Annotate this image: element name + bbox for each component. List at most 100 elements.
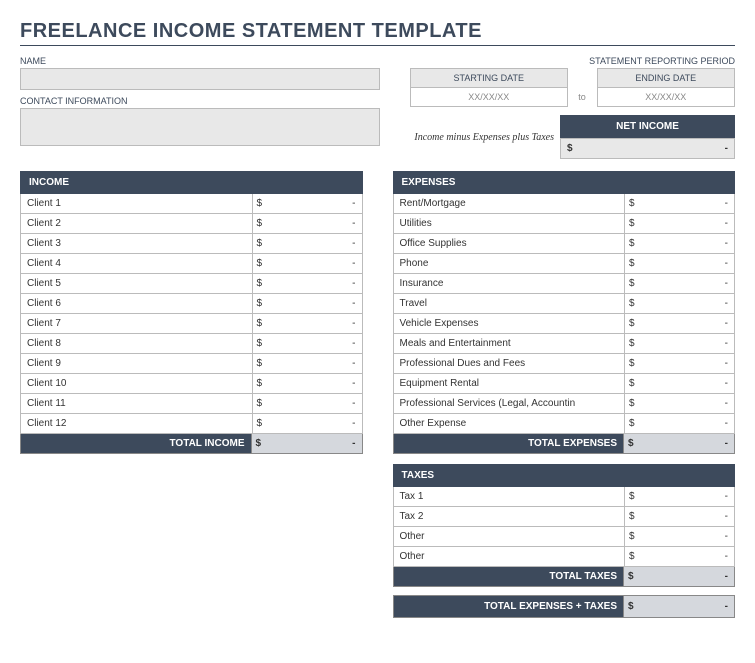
income-label[interactable]: Client 5 [21, 274, 253, 293]
income-value[interactable]: - [273, 374, 363, 393]
income-value[interactable]: - [273, 314, 363, 333]
expense-value[interactable]: - [645, 234, 735, 253]
tax-row: Other$- [393, 547, 736, 567]
expense-label[interactable]: Professional Services (Legal, Accountin [394, 394, 626, 413]
expense-label[interactable]: Phone [394, 254, 626, 273]
currency-symbol: $ [253, 274, 273, 293]
tax-label[interactable]: Tax 1 [394, 487, 626, 506]
expense-label[interactable]: Meals and Entertainment [394, 334, 626, 353]
tax-label[interactable]: Other [394, 527, 626, 546]
income-label[interactable]: Client 6 [21, 294, 253, 313]
income-value[interactable]: - [273, 414, 363, 433]
income-row: Client 3$- [20, 234, 363, 254]
title-underline [20, 45, 735, 46]
currency-symbol: $ [253, 194, 273, 213]
expense-label[interactable]: Vehicle Expenses [394, 314, 626, 333]
income-label[interactable]: Client 8 [21, 334, 253, 353]
currency-symbol: $ [253, 334, 273, 353]
income-value[interactable]: - [273, 274, 363, 293]
expense-label[interactable]: Travel [394, 294, 626, 313]
expense-row: Equipment Rental$- [393, 374, 736, 394]
income-row: Client 7$- [20, 314, 363, 334]
income-label[interactable]: Client 12 [21, 414, 253, 433]
expenses-header: EXPENSES [393, 171, 736, 194]
expense-value[interactable]: - [645, 334, 735, 353]
expense-value[interactable]: - [645, 354, 735, 373]
expense-value[interactable]: - [645, 194, 735, 213]
income-value[interactable]: - [273, 254, 363, 273]
tax-value[interactable]: - [645, 507, 735, 526]
expense-label[interactable]: Other Expense [394, 414, 626, 433]
expense-row: Professional Services (Legal, Accountin$… [393, 394, 736, 414]
income-row: Client 4$- [20, 254, 363, 274]
income-value[interactable]: - [273, 234, 363, 253]
expense-value[interactable]: - [645, 314, 735, 333]
income-value[interactable]: - [273, 354, 363, 373]
income-value[interactable]: - [273, 294, 363, 313]
tax-label[interactable]: Tax 2 [394, 507, 626, 526]
currency-symbol: $ [625, 294, 645, 313]
end-date-header: ENDING DATE [597, 69, 734, 88]
tax-label[interactable]: Other [394, 547, 626, 566]
expense-row: Other Expense$- [393, 414, 736, 434]
expense-row: Professional Dues and Fees$- [393, 354, 736, 374]
currency-symbol: $ [625, 234, 645, 253]
to-label: to [567, 88, 597, 107]
contact-input[interactable] [20, 108, 380, 146]
tax-value[interactable]: - [645, 487, 735, 506]
currency-symbol: $ [625, 394, 645, 413]
income-label[interactable]: Client 2 [21, 214, 253, 233]
name-label: NAME [20, 56, 380, 66]
expense-value[interactable]: - [645, 254, 735, 273]
income-value[interactable]: - [273, 394, 363, 413]
expense-label[interactable]: Utilities [394, 214, 626, 233]
currency-symbol: $ [625, 314, 645, 333]
currency-symbol: $ [625, 547, 645, 566]
start-date-input[interactable]: XX/XX/XX [411, 88, 568, 107]
currency-symbol: $ [625, 374, 645, 393]
expense-value[interactable]: - [645, 274, 735, 293]
income-label[interactable]: Client 10 [21, 374, 253, 393]
grand-total-row: TOTAL EXPENSES + TAXES $ - [393, 595, 736, 618]
expense-row: Travel$- [393, 294, 736, 314]
income-value[interactable]: - [273, 334, 363, 353]
expense-label[interactable]: Professional Dues and Fees [394, 354, 626, 373]
expense-value[interactable]: - [645, 394, 735, 413]
income-label[interactable]: Client 11 [21, 394, 253, 413]
expense-row: Meals and Entertainment$- [393, 334, 736, 354]
period-label: STATEMENT REPORTING PERIOD [410, 56, 735, 66]
income-label[interactable]: Client 7 [21, 314, 253, 333]
income-label[interactable]: Client 1 [21, 194, 253, 213]
expense-value[interactable]: - [645, 294, 735, 313]
income-value[interactable]: - [273, 194, 363, 213]
total-income-row: TOTAL INCOME $ - [20, 434, 363, 454]
tax-value[interactable]: - [645, 527, 735, 546]
income-label[interactable]: Client 3 [21, 234, 253, 253]
start-date-header: STARTING DATE [411, 69, 568, 88]
currency-symbol: $ [253, 374, 273, 393]
income-label[interactable]: Client 9 [21, 354, 253, 373]
end-date-input[interactable]: XX/XX/XX [597, 88, 734, 107]
expense-value[interactable]: - [645, 414, 735, 433]
expense-value[interactable]: - [645, 374, 735, 393]
expense-row: Office Supplies$- [393, 234, 736, 254]
currency-symbol: $ [253, 414, 273, 433]
tax-row: Other$- [393, 527, 736, 547]
income-value[interactable]: - [273, 214, 363, 233]
income-row: Client 2$- [20, 214, 363, 234]
currency-symbol: $ [625, 414, 645, 433]
expense-value[interactable]: - [645, 214, 735, 233]
expense-label[interactable]: Rent/Mortgage [394, 194, 626, 213]
currency-symbol: $ [625, 334, 645, 353]
tax-value[interactable]: - [645, 547, 735, 566]
period-table: STARTING DATE ENDING DATE XX/XX/XX to XX… [410, 68, 735, 107]
income-label[interactable]: Client 4 [21, 254, 253, 273]
currency-symbol: $ [625, 274, 645, 293]
name-input[interactable] [20, 68, 380, 90]
income-row: Client 10$- [20, 374, 363, 394]
expense-label[interactable]: Office Supplies [394, 234, 626, 253]
expense-label[interactable]: Equipment Rental [394, 374, 626, 393]
currency-symbol: $ [253, 294, 273, 313]
expense-label[interactable]: Insurance [394, 274, 626, 293]
currency-symbol: $ [625, 527, 645, 546]
